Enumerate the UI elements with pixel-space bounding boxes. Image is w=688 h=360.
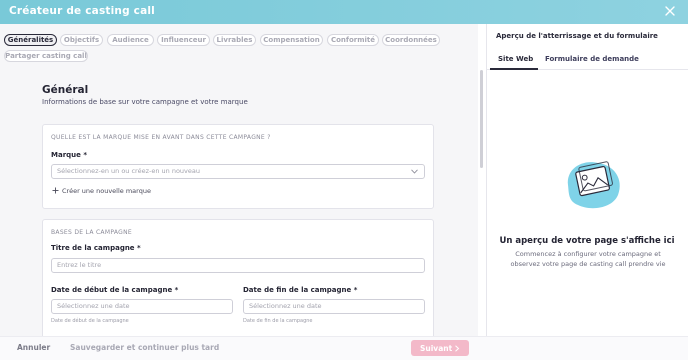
start-date-helper: Date de début de la campagne [51,318,129,324]
end-date-label: Date de fin de la campagne * [243,286,358,294]
tab-formulaire-demande[interactable]: Formulaire de demande [545,55,639,63]
tab-partager-casting-call[interactable]: Partager casting call [4,50,88,62]
tab-site-web[interactable]: Site Web [498,55,533,63]
plus-icon[interactable] [52,187,59,194]
brand-label: Marque * [51,151,87,159]
end-date-placeholder: Sélectionnez une date [249,302,322,310]
tab-objectifs[interactable]: Objectifs [60,34,103,46]
scrollbar[interactable] [480,70,483,168]
campaign-title-label: Titre de la campagne * [51,244,141,252]
chevron-down-icon [411,169,418,174]
active-tab-indicator [490,68,538,70]
empty-state-text: Commencez à configurer votre campagne et… [510,250,666,268]
tab-generalites[interactable]: Généralités [4,34,57,46]
campaign-title-placeholder: Entrez le titre [57,261,102,269]
tab-influenceur[interactable]: Influenceur [157,34,210,46]
modal-title: Créateur de casting call [9,5,155,17]
tab-coordonnees[interactable]: Coordonnées [382,34,440,46]
end-date-input[interactable]: Sélectionnez une date [243,299,425,314]
chevron-right-icon [455,345,460,352]
tab-compensation[interactable]: Compensation [260,34,323,46]
start-date-label: Date de début de la campagne * [51,286,179,294]
brand-select[interactable]: Sélectionnez-en un ou créez-en un nouvea… [51,164,425,179]
start-date-input[interactable]: Sélectionnez une date [51,299,233,314]
start-date-placeholder: Sélectionnez une date [57,302,130,310]
brand-select-placeholder: Sélectionnez-en un ou créez-en un nouvea… [57,167,200,175]
save-later-button[interactable]: Sauvegarder et continuer plus tard [70,343,219,352]
tab-livrables[interactable]: Livrables [213,34,256,46]
next-button-label: Suivant [420,344,453,353]
basics-card-heading: BASES DE LA CAMPAGNE [51,229,132,236]
section-title: Général [42,84,89,96]
next-button[interactable]: Suivant [411,340,469,356]
image-placeholder-icon [567,161,620,209]
section-subtitle: Informations de base sur votre campagne … [42,98,248,106]
close-icon[interactable] [663,4,677,18]
create-brand-link[interactable]: Créer une nouvelle marque [62,187,151,195]
tab-audience[interactable]: Audience [107,34,154,46]
basics-card: BASES DE LA CAMPAGNE [42,219,434,349]
empty-state-title: Un aperçu de votre page s'affiche ici [499,236,675,246]
end-date-helper: Date de fin de la campagne [243,318,313,324]
tab-conformite[interactable]: Conformité [327,34,379,46]
brand-card-heading: QUELLE EST LA MARQUE MISE EN AVANT DANS … [51,134,271,141]
modal-header: Créateur de casting call [0,0,688,24]
campaign-title-input[interactable]: Entrez le titre [51,258,425,273]
preview-title: Aperçu de l'atterrissage et du formulair… [496,32,658,40]
cancel-button[interactable]: Annuler [17,343,50,352]
